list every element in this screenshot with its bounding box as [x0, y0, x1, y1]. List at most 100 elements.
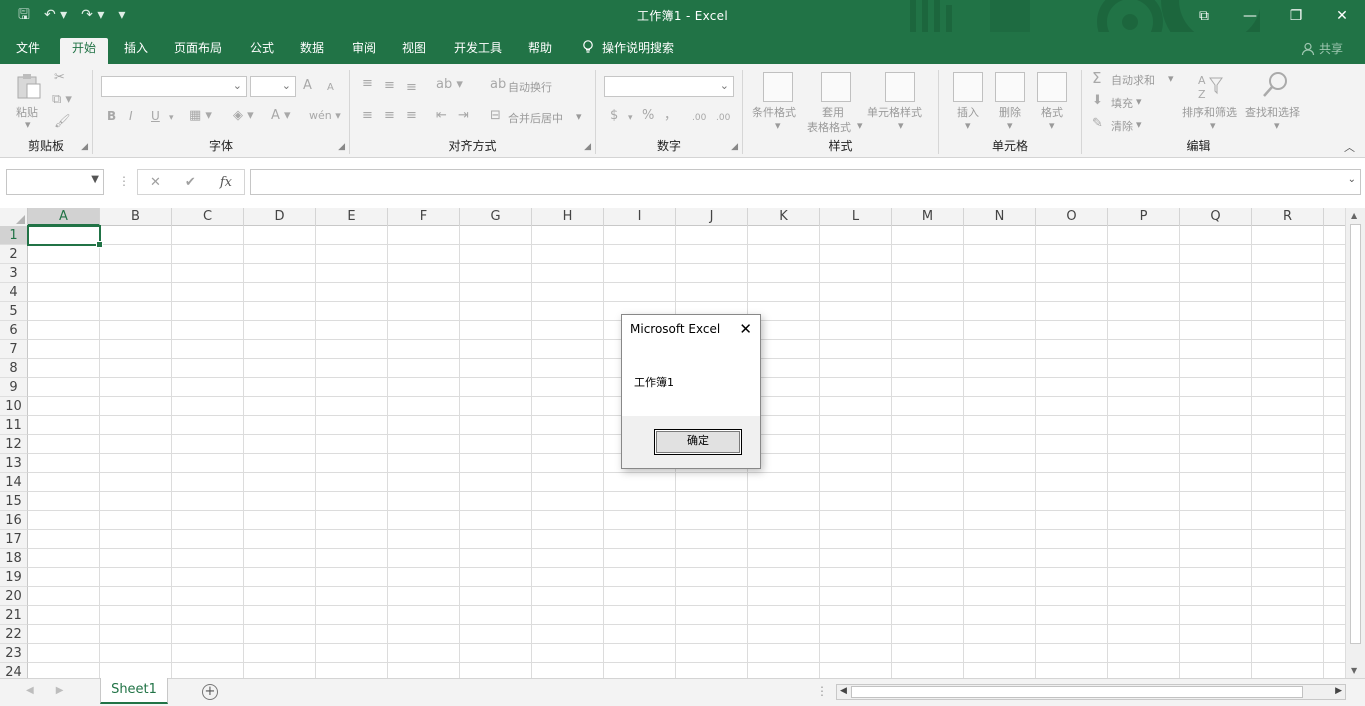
column-header[interactable]: O	[1036, 208, 1108, 226]
cell-styles-icon[interactable]	[885, 72, 915, 102]
dialog-close-icon[interactable]: ✕	[739, 320, 752, 338]
column-header[interactable]: C	[172, 208, 244, 226]
tab-page-layout[interactable]: 页面布局	[162, 38, 234, 64]
tell-me-search[interactable]: 操作说明搜索	[570, 38, 686, 64]
row-header[interactable]: 19	[0, 568, 28, 587]
scroll-right-icon[interactable]: ▶	[1335, 686, 1342, 696]
column-header[interactable]: H	[532, 208, 604, 226]
merge-center-label[interactable]: 合并后居中	[508, 110, 563, 126]
autosum-icon[interactable]: Σ	[1092, 70, 1101, 86]
select-all-button[interactable]	[0, 208, 28, 226]
conditional-format-icon[interactable]	[763, 72, 793, 102]
currency-button[interactable]: $	[610, 108, 618, 124]
row-header[interactable]: 21	[0, 606, 28, 625]
column-header[interactable]: J	[676, 208, 748, 226]
row-header[interactable]: 4	[0, 283, 28, 302]
clipboard-launcher-icon[interactable]: ◢	[81, 142, 88, 152]
column-header[interactable]: G	[460, 208, 532, 226]
row-header[interactable]: 20	[0, 587, 28, 606]
insert-cells-icon[interactable]	[953, 72, 983, 102]
italic-button[interactable]: I	[129, 108, 133, 124]
cut-icon[interactable]: ✂	[54, 70, 65, 86]
column-header[interactable]: R	[1252, 208, 1324, 226]
column-header[interactable]: F	[388, 208, 460, 226]
tab-file[interactable]: 文件	[4, 38, 52, 64]
row-header[interactable]: 24	[0, 663, 28, 678]
sort-filter-icon[interactable]: AZ	[1196, 72, 1224, 100]
scroll-up-icon[interactable]: ▲	[1351, 211, 1357, 220]
close-button[interactable]: ✕	[1319, 0, 1365, 32]
ok-button[interactable]: 确定	[654, 429, 742, 455]
alignment-launcher-icon[interactable]: ◢	[584, 142, 591, 152]
scroll-left-icon[interactable]: ◀	[840, 686, 847, 696]
row-header[interactable]: 22	[0, 625, 28, 644]
align-middle-icon[interactable]: ≡	[384, 78, 395, 94]
find-select-label[interactable]: 查找和选择	[1245, 104, 1300, 120]
clear-label[interactable]: 清除	[1111, 118, 1133, 134]
horizontal-scrollbar[interactable]: ◀ ▶	[836, 684, 1346, 700]
tab-view[interactable]: 视图	[390, 38, 438, 64]
fill-label[interactable]: 填充	[1111, 95, 1133, 111]
expand-formula-bar-icon[interactable]: ⌄	[1348, 174, 1356, 185]
number-launcher-icon[interactable]: ◢	[731, 142, 738, 152]
column-header[interactable]: E	[316, 208, 388, 226]
column-header[interactable]: Q	[1180, 208, 1252, 226]
row-header[interactable]: 15	[0, 492, 28, 511]
row-header[interactable]: 17	[0, 530, 28, 549]
grow-font-button[interactable]: A	[303, 78, 312, 94]
new-sheet-button[interactable]: +	[202, 684, 218, 700]
format-cells-icon[interactable]	[1037, 72, 1067, 102]
next-sheet-icon[interactable]: ▶	[56, 685, 64, 696]
column-header[interactable]: D	[244, 208, 316, 226]
column-header[interactable]: K	[748, 208, 820, 226]
row-header[interactable]: 1	[0, 226, 28, 245]
sheet-tab[interactable]: Sheet1	[100, 678, 168, 704]
tab-data[interactable]: 数据	[288, 38, 336, 64]
align-right-icon[interactable]: ≡	[406, 108, 417, 124]
row-header[interactable]: 23	[0, 644, 28, 663]
scroll-down-icon[interactable]: ▼	[1351, 666, 1357, 675]
row-header[interactable]: 9	[0, 378, 28, 397]
row-header[interactable]: 6	[0, 321, 28, 340]
tab-insert[interactable]: 插入	[112, 38, 160, 64]
tab-developer[interactable]: 开发工具	[442, 38, 514, 64]
row-header[interactable]: 12	[0, 435, 28, 454]
borders-icon[interactable]: ▦ ▾	[189, 108, 212, 124]
comma-button[interactable]: ，	[664, 108, 677, 124]
bold-button[interactable]: B	[107, 108, 116, 124]
column-header[interactable]: M	[892, 208, 964, 226]
format-painter-icon[interactable]: 🖌	[54, 114, 71, 130]
share-button[interactable]: 共享	[1301, 40, 1343, 57]
sort-filter-label[interactable]: 排序和筛选	[1182, 104, 1237, 120]
align-center-icon[interactable]: ≡	[384, 108, 395, 124]
tab-review[interactable]: 审阅	[340, 38, 388, 64]
row-header[interactable]: 11	[0, 416, 28, 435]
insert-cells-label[interactable]: 插入	[957, 104, 979, 120]
name-box[interactable]: ▼	[6, 169, 104, 195]
tab-split-grip-icon[interactable]: ⋮	[816, 684, 828, 698]
percent-button[interactable]: %	[642, 108, 654, 124]
column-header[interactable]: I	[604, 208, 676, 226]
name-box-dropdown-icon[interactable]: ▼	[91, 174, 99, 185]
increase-decimal-button[interactable]: .00	[692, 110, 706, 126]
format-as-table-icon[interactable]	[821, 72, 851, 102]
vertical-scrollbar[interactable]: ▲ ▼	[1345, 208, 1365, 678]
collapse-ribbon-icon[interactable]: ︿	[1344, 139, 1355, 155]
format-as-table-label2[interactable]: 表格格式	[807, 119, 851, 135]
find-select-icon[interactable]	[1260, 70, 1290, 100]
vertical-scroll-thumb[interactable]	[1350, 224, 1361, 644]
phonetic-icon[interactable]: wén ▾	[309, 108, 341, 124]
wrap-text-icon[interactable]: ab	[490, 77, 506, 93]
minimize-button[interactable]: —	[1227, 0, 1273, 32]
font-name-select[interactable]: ⌄	[101, 76, 247, 97]
format-cells-label[interactable]: 格式	[1041, 104, 1063, 120]
align-bottom-icon[interactable]: ≡	[406, 80, 417, 96]
row-header[interactable]: 8	[0, 359, 28, 378]
conditional-format-label[interactable]: 条件格式	[752, 104, 796, 120]
column-header[interactable]: P	[1108, 208, 1180, 226]
row-header[interactable]: 7	[0, 340, 28, 359]
align-top-icon[interactable]: ≡	[362, 76, 373, 92]
column-header[interactable]: L	[820, 208, 892, 226]
insert-function-icon[interactable]: fx	[220, 175, 232, 190]
delete-cells-label[interactable]: 删除	[999, 104, 1021, 120]
